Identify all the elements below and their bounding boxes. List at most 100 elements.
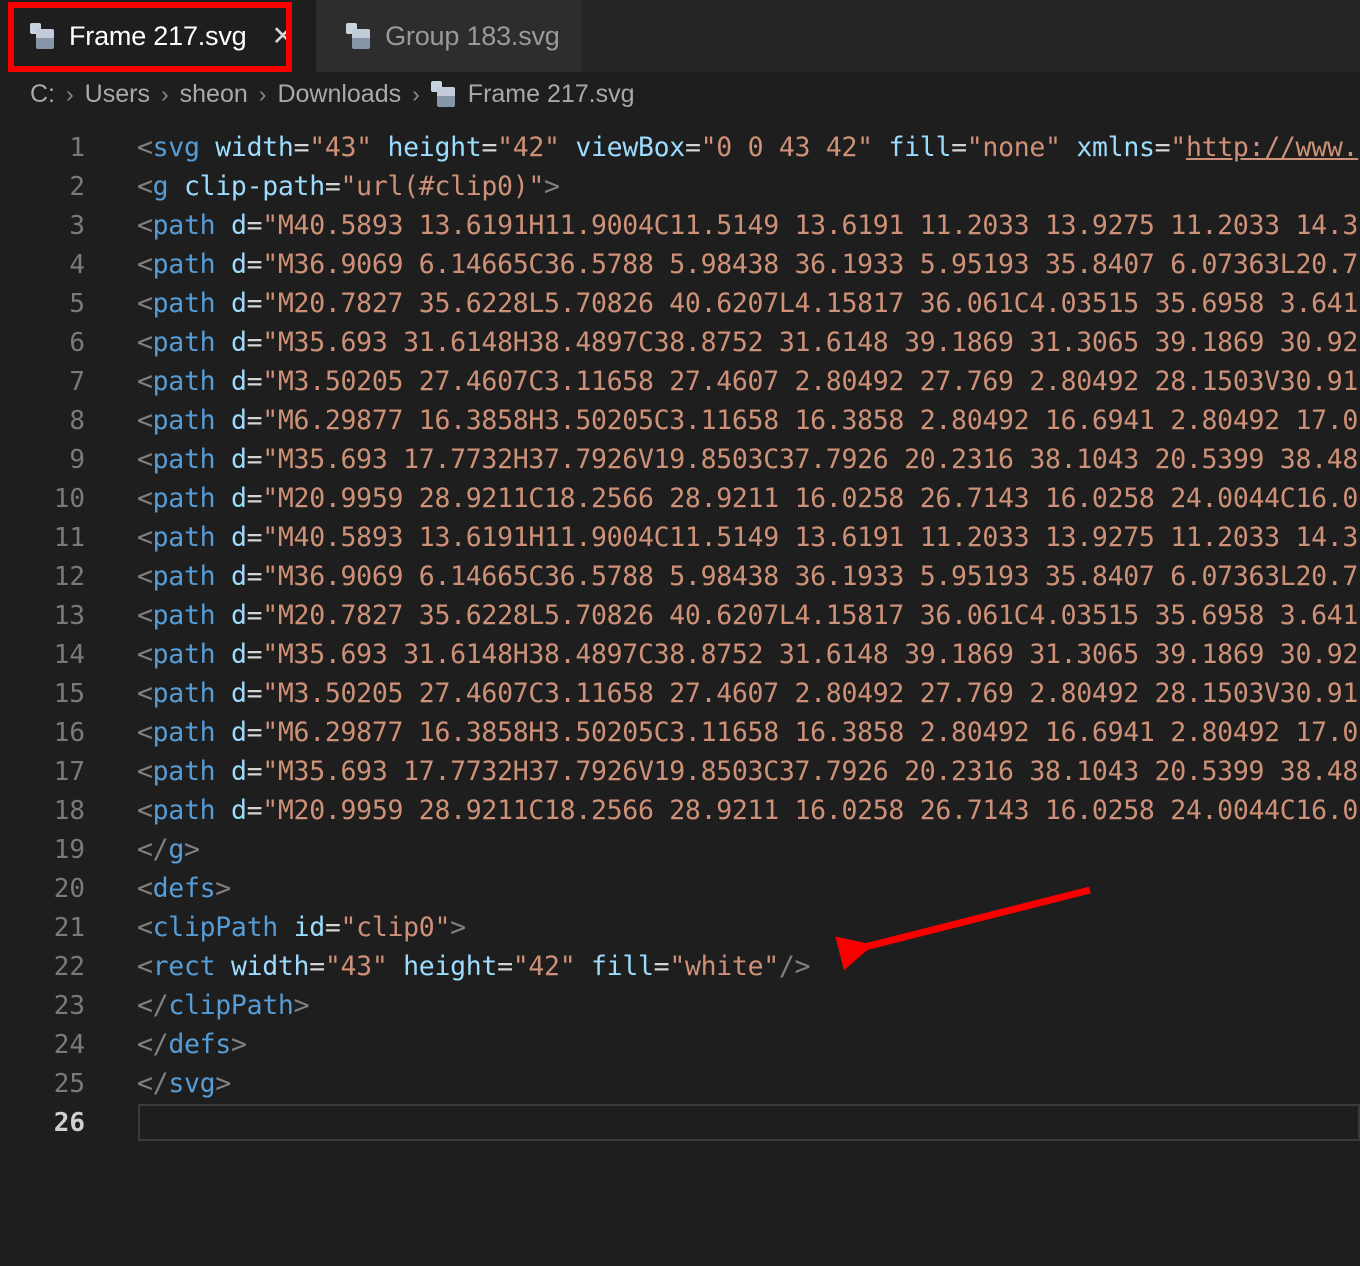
token-val: "M20.9959 28.9211C18.2566 28.9211 16.025… xyxy=(262,795,1359,826)
token-tag: path xyxy=(152,600,216,631)
line-number: 18 xyxy=(53,795,85,826)
code-line-18[interactable]: 18 <path d="M20.9959 28.9211C18.2566 28.9… xyxy=(0,791,1360,830)
token-pnct: > xyxy=(293,990,310,1021)
code-line-15[interactable]: 15 <path d="M3.50205 27.4607C3.11658 27.4… xyxy=(0,674,1360,713)
line-number: 15 xyxy=(53,678,85,709)
token-tag: clipPath xyxy=(152,912,279,943)
code-line-19[interactable]: 19 </g> xyxy=(0,830,1360,869)
token-eq: = xyxy=(246,327,263,358)
code-line-10[interactable]: 10 <path d="M20.9959 28.9211C18.2566 28.9… xyxy=(0,479,1360,518)
token-pnct: < xyxy=(137,678,153,709)
code-line-4[interactable]: 4 <path d="M36.9069 6.14665C36.5788 5.984… xyxy=(0,245,1360,284)
code-line-1[interactable]: 1 <svg width="43" height="42" viewBox="0 … xyxy=(0,128,1360,167)
token-val: " xyxy=(1170,132,1186,163)
token-pnct: /> xyxy=(778,951,811,982)
close-icon[interactable]: ✕ xyxy=(271,22,294,50)
token-eq: = xyxy=(246,444,263,475)
code-line-11[interactable]: 11 <path d="M40.5893 13.6191H11.9004C11.5… xyxy=(0,518,1360,557)
code-line-17[interactable]: 17 <path d="M35.693 17.7732H37.7926V19.85… xyxy=(0,752,1360,791)
code-line-7[interactable]: 7 <path d="M3.50205 27.4607C3.11658 27.46… xyxy=(0,362,1360,401)
token-link[interactable]: http://www. xyxy=(1186,132,1359,163)
code-line-14[interactable]: 14 <path d="M35.693 31.6148H38.4897C38.87… xyxy=(0,635,1360,674)
breadcrumb-item-users[interactable]: Users xyxy=(85,80,150,109)
code-line-21[interactable]: 21 <clipPath id="clip0"> xyxy=(0,908,1360,947)
code-line-25[interactable]: 25 </svg> xyxy=(0,1064,1360,1103)
breadcrumb-item-downloads[interactable]: Downloads xyxy=(277,80,401,109)
token-eq: = xyxy=(246,678,263,709)
code-line-5[interactable]: 5 <path d="M20.7827 35.6228L5.70826 40.62… xyxy=(0,284,1360,323)
line-number: 6 xyxy=(69,327,85,358)
code-line-13[interactable]: 13 <path d="M20.7827 35.6228L5.70826 40.6… xyxy=(0,596,1360,635)
editor-tab-bar: Frame 217.svg ✕ Group 183.svg xyxy=(0,0,1360,72)
breadcrumb-item-drive[interactable]: C: xyxy=(30,80,55,109)
tab-group-183-svg[interactable]: Group 183.svg xyxy=(316,0,582,72)
token-val: "M3.50205 27.4607C3.11658 27.4607 2.8049… xyxy=(262,678,1359,709)
token-attr: fill xyxy=(591,951,654,982)
token-pnct: < xyxy=(137,171,153,202)
token-attr: d xyxy=(230,444,247,475)
token-attr: width xyxy=(230,951,310,982)
tab-frame-217-svg[interactable]: Frame 217.svg ✕ xyxy=(0,0,317,72)
token-attr: width xyxy=(215,132,294,163)
code-line-2[interactable]: 2 <g clip-path="url(#clip0)"> xyxy=(0,167,1360,206)
token-pnct: < xyxy=(137,600,153,631)
code-line-16[interactable]: 16 <path d="M6.29877 16.3858H3.50205C3.11… xyxy=(0,713,1360,752)
line-number: 3 xyxy=(69,210,85,241)
breadcrumb-item-file[interactable]: Frame 217.svg xyxy=(430,80,635,109)
line-number: 7 xyxy=(69,366,85,397)
token-val: "M6.29877 16.3858H3.50205C3.11658 16.385… xyxy=(262,405,1359,436)
token-pnct: </ xyxy=(137,834,169,865)
code-line-9[interactable]: 9 <path d="M35.693 17.7732H37.7926V19.850… xyxy=(0,440,1360,479)
code-line-3[interactable]: 3 <path d="M40.5893 13.6191H11.9004C11.51… xyxy=(0,206,1360,245)
tab-label: Group 183.svg xyxy=(385,20,560,51)
token-pnct: </ xyxy=(137,1068,169,1099)
token-attr: d xyxy=(230,366,247,397)
token-eq: = xyxy=(684,132,701,163)
tab-label: Frame 217.svg xyxy=(69,20,247,51)
token-val: "43" xyxy=(324,951,388,982)
token-pnct: < xyxy=(137,288,153,319)
line-content: <path d="M20.9959 28.9211C18.2566 28.921… xyxy=(90,795,1360,826)
line-content: <path d="M36.9069 6.14665C36.5788 5.9843… xyxy=(90,561,1360,592)
token-val: "M35.693 17.7732H37.7926V19.8503C37.7926… xyxy=(262,756,1359,787)
token-val: "43" xyxy=(309,132,372,163)
line-content: <path d="M3.50205 27.4607C3.11658 27.460… xyxy=(90,678,1360,709)
token-pnct: < xyxy=(137,717,153,748)
token-tag: path xyxy=(152,210,216,241)
token-eq: = xyxy=(246,405,263,436)
code-editor[interactable]: 1 <svg width="43" height="42" viewBox="0 … xyxy=(0,116,1360,1266)
token-pnct: </ xyxy=(137,990,169,1021)
code-line-12[interactable]: 12 <path d="M36.9069 6.14665C36.5788 5.98… xyxy=(0,557,1360,596)
token-eq: = xyxy=(324,912,341,943)
token-eq: = xyxy=(246,483,263,514)
line-number: 17 xyxy=(53,756,85,787)
code-line-20[interactable]: 20 <defs> xyxy=(0,869,1360,908)
token-eq: = xyxy=(481,132,498,163)
line-number: 13 xyxy=(53,600,85,631)
token-eq: = xyxy=(246,522,263,553)
token-eq: = xyxy=(653,951,670,982)
token-val: "M20.9959 28.9211C18.2566 28.9211 16.025… xyxy=(262,483,1359,514)
code-line-8[interactable]: 8 <path d="M6.29877 16.3858H3.50205C3.116… xyxy=(0,401,1360,440)
code-line-6[interactable]: 6 <path d="M35.693 31.6148H38.4897C38.875… xyxy=(0,323,1360,362)
code-line-26[interactable]: 26 xyxy=(0,1103,1360,1142)
breadcrumb-item-sheon[interactable]: sheon xyxy=(180,80,248,109)
code-line-23[interactable]: 23 </clipPath> xyxy=(0,986,1360,1025)
chevron-right-icon: › xyxy=(160,80,169,107)
code-line-22[interactable]: 22 <rect width="43" height="42" fill="whi… xyxy=(0,947,1360,986)
token-val: "M6.29877 16.3858H3.50205C3.11658 16.385… xyxy=(262,717,1359,748)
line-number: 19 xyxy=(53,834,85,865)
code-line-24[interactable]: 24 </defs> xyxy=(0,1025,1360,1064)
token-pnct: > xyxy=(215,873,231,904)
